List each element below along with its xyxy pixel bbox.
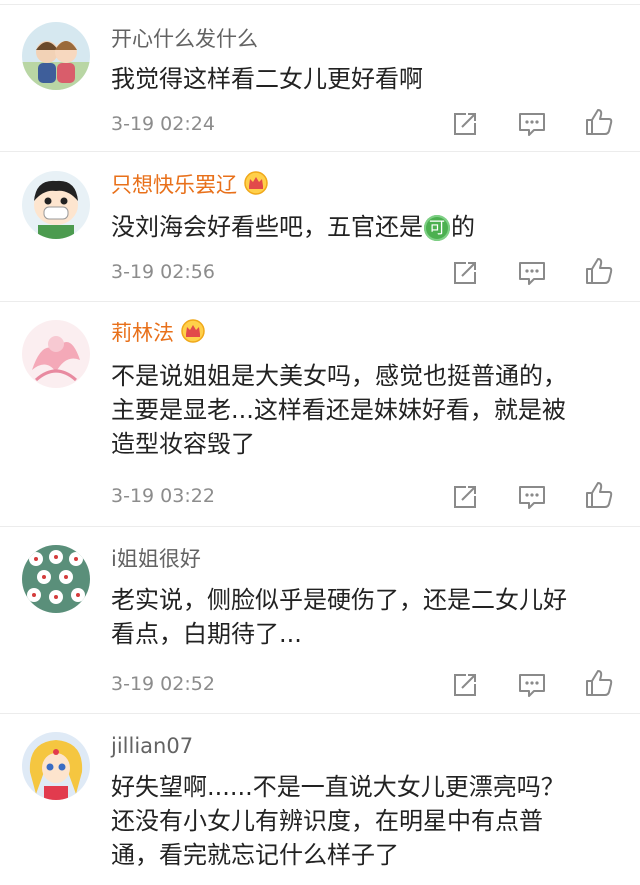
avatar[interactable] — [22, 732, 90, 800]
emoji-ke: 可 — [424, 215, 450, 241]
comment-text-part: 的 — [451, 213, 475, 241]
comment-icon[interactable] — [517, 258, 547, 288]
comment-item: i姐姐很好 老实说，侧脸似乎是硬伤了，还是二女儿好 看点，白期待了... 3-1… — [0, 526, 640, 713]
username-text[interactable]: 莉林法 — [111, 321, 174, 345]
comment-line: 通，看完就忘记什么样子了 — [111, 841, 399, 869]
vip-crown-icon — [180, 319, 206, 343]
timestamp: 3-19 02:24 — [111, 113, 215, 135]
username-text[interactable]: 只想快乐罢辽 — [111, 173, 237, 197]
username[interactable]: 开心什么发什么 — [111, 25, 258, 53]
comment-line: 看点，白期待了... — [111, 620, 302, 648]
username[interactable]: 只想快乐罢辽 — [111, 171, 269, 199]
comment-line: 好失望啊......不是一直说大女儿更漂亮吗？ — [111, 773, 565, 801]
comment-text-part: 没刘海会好看些吧，五官还是 — [111, 213, 423, 241]
comment-icon[interactable] — [517, 482, 547, 512]
avatar[interactable] — [22, 320, 90, 388]
comment-line: 还没有小女儿有辨识度，在明星中有点普 — [111, 807, 543, 835]
comment-line: 不是说姐姐是大美女吗，感觉也挺普通的， — [111, 362, 567, 390]
comment-text: 老实说，侧脸似乎是硬伤了，还是二女儿好 看点，白期待了... — [111, 583, 621, 651]
avatar[interactable] — [22, 545, 90, 613]
comment-item: 只想快乐罢辽 没刘海会好看些吧，五官还是可的 3-19 02:56 — [0, 151, 640, 301]
username[interactable]: 莉林法 — [111, 319, 206, 347]
comment-item: 莉林法 不是说姐姐是大美女吗，感觉也挺普通的， 主要是显老...这样看还是妹妹好… — [0, 301, 640, 526]
like-icon[interactable] — [584, 668, 614, 698]
comment-item: jillian07 好失望啊......不是一直说大女儿更漂亮吗？ 还没有小女儿… — [0, 713, 640, 885]
like-icon[interactable] — [584, 256, 614, 286]
username[interactable]: i姐姐很好 — [111, 545, 201, 573]
comment-line: 我觉得这样看二女儿更好看啊 — [111, 65, 423, 93]
timestamp: 3-19 02:52 — [111, 673, 215, 695]
comment-text: 没刘海会好看些吧，五官还是可的 — [111, 210, 621, 244]
like-icon[interactable] — [584, 480, 614, 510]
comment-text: 好失望啊......不是一直说大女儿更漂亮吗？ 还没有小女儿有辨识度，在明星中有… — [111, 770, 621, 872]
username[interactable]: jillian07 — [111, 732, 193, 760]
share-icon[interactable] — [450, 109, 480, 139]
comment-icon[interactable] — [517, 109, 547, 139]
share-icon[interactable] — [450, 258, 480, 288]
comment-text: 不是说姐姐是大美女吗，感觉也挺普通的， 主要是显老...这样看还是妹妹好看，就是… — [111, 359, 621, 461]
share-icon[interactable] — [450, 482, 480, 512]
like-icon[interactable] — [584, 107, 614, 137]
avatar[interactable] — [22, 22, 90, 90]
share-icon[interactable] — [450, 670, 480, 700]
vip-crown-icon — [243, 171, 269, 195]
comment-line: 没刘海会好看些吧，五官还是可的 — [111, 210, 621, 244]
comment-line: 主要是显老...这样看还是妹妹好看，就是被 — [111, 396, 566, 424]
comment-text: 我觉得这样看二女儿更好看啊 — [111, 62, 621, 96]
comment-item: 开心什么发什么 我觉得这样看二女儿更好看啊 3-19 02:24 — [0, 0, 640, 150]
avatar[interactable] — [22, 171, 90, 239]
comment-list: 开心什么发什么 我觉得这样看二女儿更好看啊 3-19 02:24 只想快乐罢辽 … — [0, 0, 640, 885]
timestamp: 3-19 03:22 — [111, 485, 215, 507]
comment-icon[interactable] — [517, 670, 547, 700]
comment-line: 造型妆容毁了 — [111, 430, 255, 458]
comment-line: 老实说，侧脸似乎是硬伤了，还是二女儿好 — [111, 586, 567, 614]
timestamp: 3-19 02:56 — [111, 261, 215, 283]
